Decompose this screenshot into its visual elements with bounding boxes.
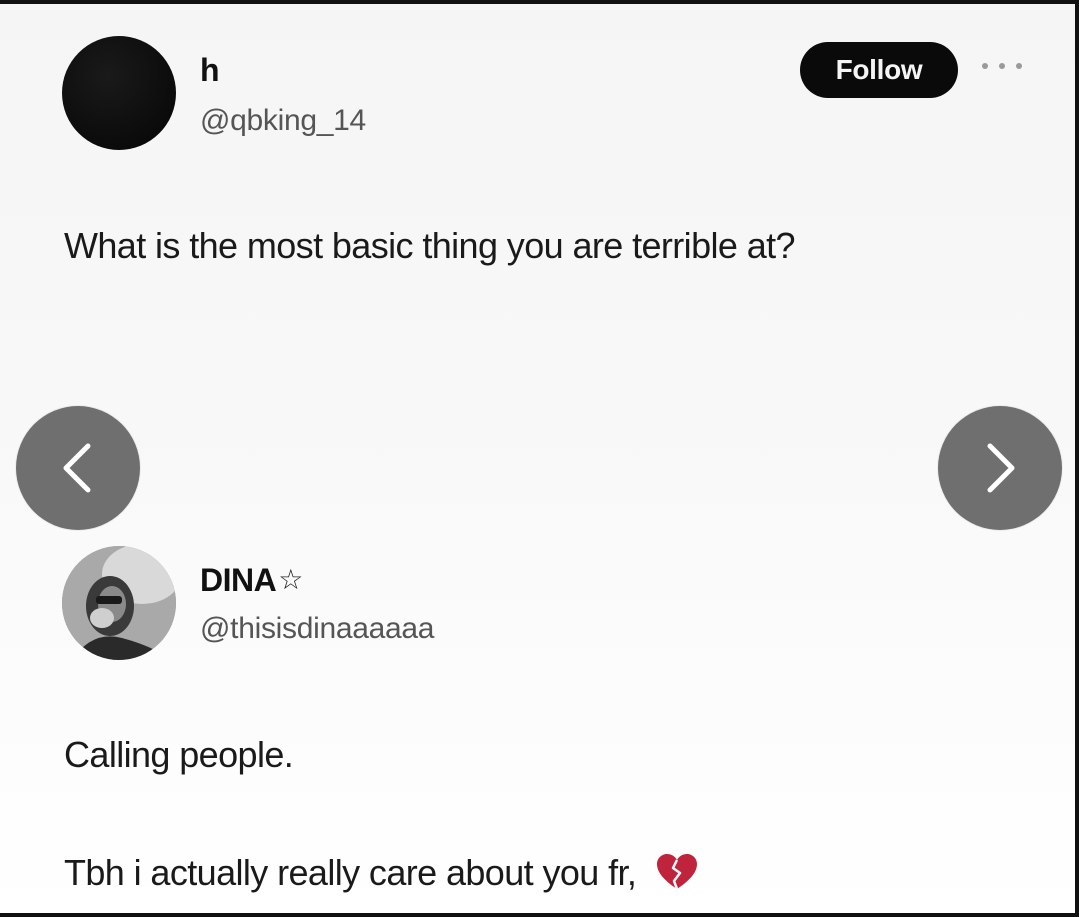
person-photo-icon xyxy=(62,546,176,660)
user-handle[interactable]: @qbking_14 xyxy=(200,104,366,138)
dot xyxy=(982,63,988,69)
chevron-right-icon xyxy=(987,443,1015,493)
reply-text-line-1: Calling people. xyxy=(64,734,294,775)
reply-user-handle[interactable]: @thisisdinaaaaaa xyxy=(200,612,434,646)
more-options-icon[interactable] xyxy=(982,56,1022,76)
dot xyxy=(1016,63,1022,69)
avatar[interactable] xyxy=(62,36,176,150)
screenshot-frame: h @qbking_14 Follow What is the most bas… xyxy=(0,0,1079,917)
dot xyxy=(999,63,1005,69)
reply-avatar[interactable] xyxy=(62,546,176,660)
display-name[interactable]: h xyxy=(200,52,220,89)
broken-heart-icon xyxy=(656,854,697,890)
reply-name-text: DINA xyxy=(200,562,277,598)
post-text: What is the most basic thing you are ter… xyxy=(64,225,796,266)
star-icon: ☆ xyxy=(278,564,303,595)
reply-text-line-2-text: Tbh i actually really care about you fr, xyxy=(64,852,637,893)
frame-edge xyxy=(0,913,1079,917)
frame-edge xyxy=(0,0,1079,4)
reply-display-name[interactable]: DINA☆ xyxy=(200,562,303,599)
reply-text-line-2: Tbh i actually really care about you fr, xyxy=(64,852,698,894)
previous-button[interactable] xyxy=(16,406,140,530)
follow-button[interactable]: Follow xyxy=(800,42,958,98)
chevron-left-icon xyxy=(63,443,91,493)
next-button[interactable] xyxy=(938,406,1062,530)
post-card: h @qbking_14 Follow What is the most bas… xyxy=(0,0,1079,917)
frame-edge xyxy=(1075,0,1079,917)
